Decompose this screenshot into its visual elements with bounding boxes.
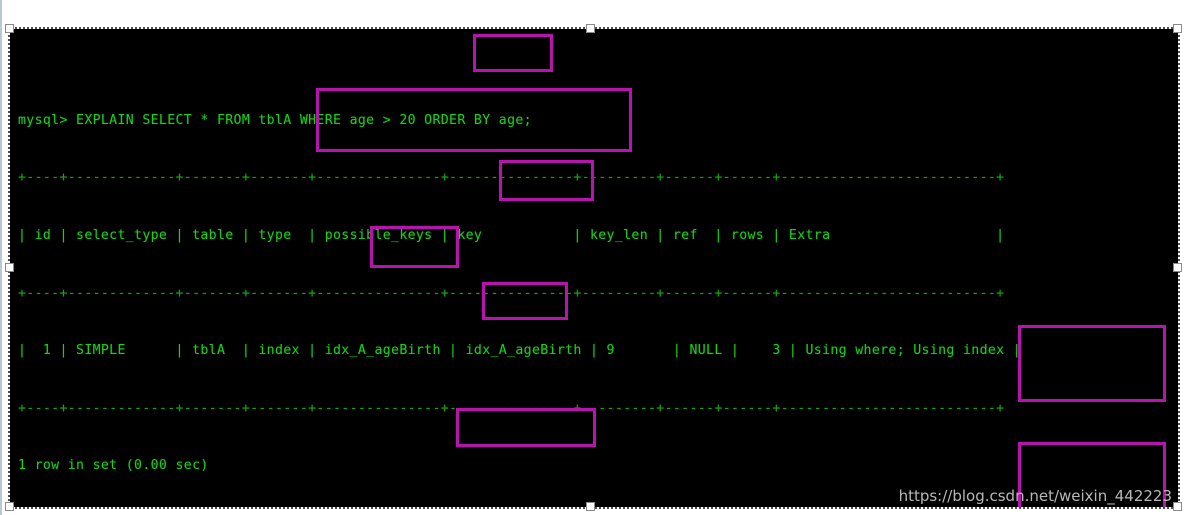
annotation-extra-using-filesort-3 xyxy=(1018,325,1166,402)
resize-handle-bottom-center[interactable] xyxy=(586,502,595,511)
annotation-possible-keys-and-key-columns xyxy=(316,88,632,152)
resize-handle-bottom-left[interactable] xyxy=(5,502,14,511)
resize-handle-bottom-right[interactable] xyxy=(1173,502,1182,511)
resize-handle-top-center[interactable] xyxy=(586,24,595,33)
resize-handle-top-right[interactable] xyxy=(1173,24,1182,33)
block-1-row: | 1 | SIMPLE | tblA | index | idx_A_ageB… xyxy=(18,343,1022,359)
block-1-footer: 1 row in set (0.00 sec) xyxy=(18,458,209,474)
mysql-terminal-window[interactable]: mysql> EXPLAIN SELECT * FROM tblA WHERE … xyxy=(10,29,1178,507)
annotation-order-by-age-birth xyxy=(499,160,594,201)
annotation-order-by-age xyxy=(473,34,553,72)
resize-handle-middle-right[interactable] xyxy=(1173,263,1182,272)
annotation-order-by-birth-age xyxy=(456,408,596,447)
resize-handle-middle-left[interactable] xyxy=(5,263,14,272)
annotation-order-by-birth xyxy=(482,282,568,320)
block-1-header: | id | select_type | table | type | poss… xyxy=(18,228,1005,243)
resize-handle-top-left[interactable] xyxy=(5,24,14,33)
annotation-possible-keys-value xyxy=(370,226,459,268)
csdn-watermark: https://blog.csdn.net/weixin_442223 xyxy=(898,487,1172,505)
block-1-separator-mid: +----+-------------+-------+-------+----… xyxy=(18,285,1005,301)
selected-image-object[interactable]: mysql> EXPLAIN SELECT * FROM tblA WHERE … xyxy=(5,24,1182,511)
